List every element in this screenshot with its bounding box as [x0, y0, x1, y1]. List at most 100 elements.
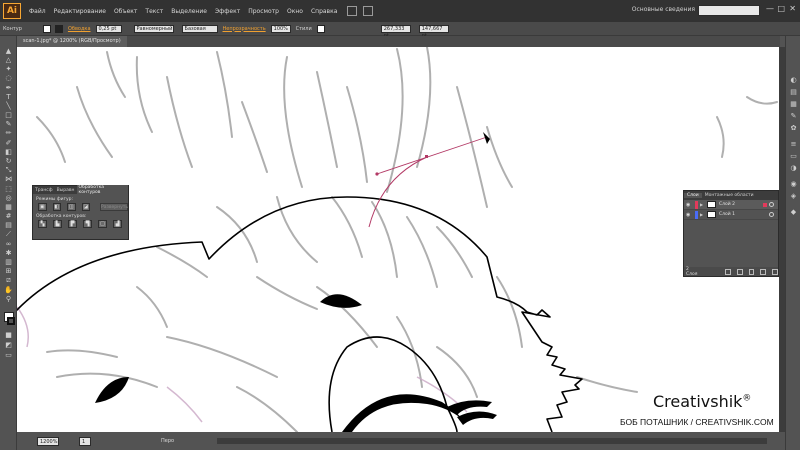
menu-view[interactable]: Просмотр	[248, 8, 279, 15]
new-layer-icon[interactable]	[760, 268, 767, 275]
tab-artboards[interactable]: Монтажные области	[702, 193, 757, 198]
x-coordinate-field[interactable]: 267,333 pt	[380, 24, 411, 39]
horizontal-scrollbar[interactable]	[217, 438, 767, 444]
new-sublayer-icon[interactable]	[748, 268, 755, 275]
slice-tool-icon[interactable]: ⧄	[4, 277, 13, 284]
graphic-style-swatch[interactable]	[316, 24, 325, 33]
target-circle-icon[interactable]	[769, 202, 774, 207]
magic-wand-tool-icon[interactable]: ✦	[4, 66, 13, 73]
minus-back-button[interactable]: ▟	[113, 220, 122, 228]
transparency-icon[interactable]: ◑	[789, 164, 798, 172]
perspective-grid-tool-icon[interactable]: ▦	[4, 204, 13, 211]
appearance-icon[interactable]: ◉	[789, 180, 798, 188]
menu-object[interactable]: Объект	[114, 8, 137, 15]
color-guide-icon[interactable]: ▤	[789, 88, 798, 96]
screen-mode-icon[interactable]: ▭	[4, 352, 13, 359]
unite-button[interactable]: ▣	[38, 203, 47, 211]
tab-layers[interactable]: Слои	[684, 193, 702, 198]
color-mode-icon[interactable]: ■	[4, 332, 13, 339]
gradient-panel-icon[interactable]: ▭	[789, 152, 798, 160]
rotate-tool-icon[interactable]: ↻	[4, 158, 13, 165]
tab-align[interactable]: Выравн	[55, 188, 77, 193]
stroke-color-icon[interactable]	[7, 317, 15, 325]
stroke-swatch[interactable]	[54, 24, 63, 33]
selection-tool-icon[interactable]: ▲	[4, 48, 13, 55]
expand-button[interactable]: Развернуть	[100, 203, 128, 211]
zoom-tool-icon[interactable]: ⚲	[4, 296, 13, 303]
trash-icon[interactable]	[772, 268, 778, 275]
stroke-link[interactable]: Обводка	[68, 26, 91, 32]
layer-name[interactable]: Слой 2	[719, 202, 735, 207]
bridge-icon[interactable]	[347, 6, 358, 16]
hand-tool-icon[interactable]: ✋	[4, 287, 13, 294]
artboard-canvas[interactable]	[17, 47, 779, 432]
workspace-switcher[interactable]: Основные сведения	[632, 6, 695, 13]
layer-name[interactable]: Слой 1	[719, 212, 735, 217]
artboard-tool-icon[interactable]: ⊞	[4, 268, 13, 275]
type-tool-icon[interactable]: T	[4, 94, 13, 101]
stroke-weight-field[interactable]: 0,25 pt	[95, 24, 122, 33]
menu-type[interactable]: Текст	[145, 8, 163, 15]
tab-pathfinder[interactable]: Обработка контуров	[76, 185, 128, 195]
symbol-sprayer-tool-icon[interactable]: ✱	[4, 250, 13, 257]
layer-row[interactable]: ◉ ▶ Слой 2	[684, 200, 778, 210]
brush-definition[interactable]: Базовая	[181, 24, 218, 33]
menu-select[interactable]: Выделение	[171, 8, 207, 15]
shape-builder-tool-icon[interactable]: ◎	[4, 195, 13, 202]
menu-effect[interactable]: Эффект	[215, 8, 240, 15]
expand-triangle-icon[interactable]: ▶	[700, 202, 705, 207]
exclude-button[interactable]: ◪	[81, 203, 90, 211]
divide-button[interactable]: ▚	[38, 220, 47, 228]
drawing-mode-icon[interactable]: ◩	[4, 342, 13, 349]
paintbrush-tool-icon[interactable]: ✎	[4, 121, 13, 128]
stroke-panel-icon[interactable]: ≡	[789, 140, 798, 148]
eyedropper-tool-icon[interactable]: ⟋	[4, 231, 13, 238]
variable-width-profile[interactable]: Равномерный	[133, 24, 174, 33]
arrange-documents-icon[interactable]	[363, 6, 374, 16]
visibility-eye-icon[interactable]: ◉	[686, 202, 692, 208]
column-graph-tool-icon[interactable]: ▥	[4, 259, 13, 266]
trim-button[interactable]: ▙	[53, 220, 62, 228]
artboard-number-field[interactable]: 1	[79, 436, 91, 446]
brushes-icon[interactable]: ✎	[789, 112, 798, 120]
gradient-tool-icon[interactable]: ▤	[4, 222, 13, 229]
opacity-field[interactable]: 100%	[270, 24, 291, 33]
blend-tool-icon[interactable]: ∞	[4, 241, 13, 248]
graphic-styles-icon[interactable]: ◈	[789, 192, 798, 200]
minus-front-button[interactable]: ◧	[52, 203, 61, 211]
close-icon[interactable]: ✕	[789, 4, 796, 13]
menu-window[interactable]: Окно	[287, 8, 303, 15]
direct-selection-tool-icon[interactable]: △	[4, 57, 13, 64]
crop-button[interactable]: ▜	[83, 220, 92, 228]
tab-transform[interactable]: Трансф	[33, 188, 55, 193]
menu-help[interactable]: Справка	[311, 8, 337, 15]
target-circle-icon[interactable]	[769, 212, 774, 217]
blob-brush-tool-icon[interactable]: ✐	[4, 140, 13, 147]
free-transform-tool-icon[interactable]: ⬚	[4, 186, 13, 193]
width-tool-icon[interactable]: ⋈	[4, 176, 13, 183]
clipping-mask-icon[interactable]	[736, 268, 743, 275]
pen-tool-icon[interactable]: ✒	[4, 85, 13, 92]
rectangle-tool-icon[interactable]: □	[4, 112, 13, 119]
eraser-tool-icon[interactable]: ◧	[4, 149, 13, 156]
swatches-icon[interactable]: ▦	[789, 100, 798, 108]
layers-panel-icon[interactable]: ◆	[789, 208, 798, 216]
help-search-input[interactable]	[698, 5, 760, 16]
pencil-tool-icon[interactable]: ✏	[4, 130, 13, 137]
y-coordinate-field[interactable]: 147,667 pt	[418, 24, 449, 39]
expand-triangle-icon[interactable]: ▶	[700, 212, 705, 217]
fill-swatch[interactable]	[42, 24, 51, 33]
color-panel-icon[interactable]: ◐	[789, 76, 798, 84]
merge-button[interactable]: ▛	[68, 220, 77, 228]
document-tab[interactable]: scan-1.jpg* @ 1200% (RGB/Просмотр)	[17, 36, 127, 47]
opacity-link[interactable]: Непрозрачность	[223, 26, 266, 32]
visibility-eye-icon[interactable]: ◉	[686, 212, 692, 218]
menu-edit[interactable]: Редактирование	[54, 8, 106, 15]
intersect-button[interactable]: ◫	[67, 203, 76, 211]
menu-file[interactable]: Файл	[29, 8, 46, 15]
line-tool-icon[interactable]: ╲	[4, 103, 13, 110]
mesh-tool-icon[interactable]: #	[4, 213, 13, 220]
scale-tool-icon[interactable]: ⤡	[4, 167, 13, 174]
lasso-tool-icon[interactable]: ◌	[4, 75, 13, 82]
locate-object-icon[interactable]	[725, 268, 731, 275]
